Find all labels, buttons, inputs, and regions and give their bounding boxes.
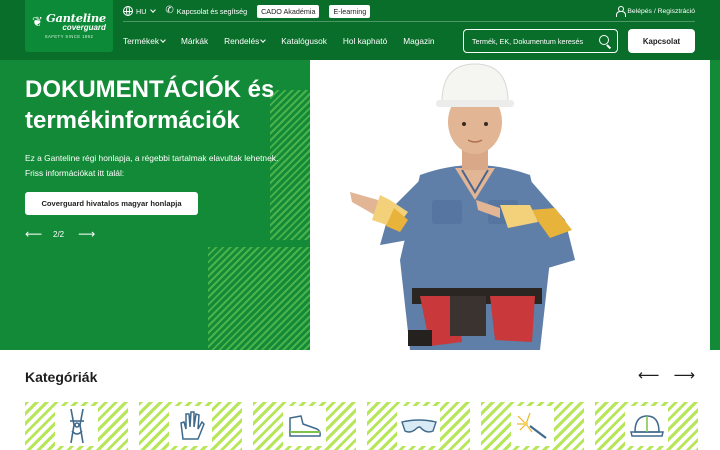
nav-item-markak[interactable]: Márkák xyxy=(181,36,208,46)
hero-image xyxy=(310,60,710,350)
welding-icon xyxy=(516,412,547,439)
arrow-right-icon[interactable]: ⟶ xyxy=(673,368,695,384)
chevron-down-icon xyxy=(150,7,157,13)
language-selector[interactable]: HU xyxy=(123,6,157,16)
nav-item-hol-kaphato[interactable]: Hol kapható xyxy=(343,36,387,46)
category-card-helmets[interactable] xyxy=(595,402,698,450)
category-card-shoes[interactable] xyxy=(253,402,356,450)
arrow-left-icon[interactable]: ⟵ xyxy=(25,228,42,240)
categories-carousel-nav: ⟵ ⟶ xyxy=(638,368,695,384)
harness-icon xyxy=(69,408,84,444)
nav-item-katalogusok[interactable]: Katalógusok xyxy=(281,36,327,46)
user-icon xyxy=(616,6,627,17)
hero-description-line: Friss információkat itt talál: xyxy=(25,168,125,178)
chevron-down-icon xyxy=(260,37,267,43)
nav-item-label: Rendelés xyxy=(224,36,260,46)
category-card-glasses[interactable] xyxy=(367,402,470,450)
nav-item-label: Katalógusok xyxy=(281,36,327,46)
language-label: HU xyxy=(136,6,147,16)
search-input[interactable] xyxy=(472,36,599,46)
safety-glasses-icon xyxy=(400,419,437,433)
worker-pointing-image xyxy=(350,63,575,350)
nav-item-label: Termékek xyxy=(123,36,159,46)
hero-banner: DOKUMENTÁCIÓK és termékinformációk Ez a … xyxy=(0,60,720,350)
arrow-right-icon[interactable]: ⟶ xyxy=(78,228,95,240)
search-icon[interactable] xyxy=(599,35,611,47)
nav-item-label: Hol kapható xyxy=(342,36,388,46)
logo-subname: coverguard xyxy=(62,22,106,32)
logo-mark: ❦ Ganteline coverguard xyxy=(32,12,106,32)
hero-edge-strip xyxy=(710,60,720,350)
hatch-pattern xyxy=(208,247,310,350)
phone-icon: ✆ xyxy=(165,5,174,16)
hero-description: Ez a Ganteline régi honlapja, a régebbi … xyxy=(25,151,310,181)
nav-item-magazin[interactable]: Magazin xyxy=(403,36,434,46)
cado-akademia-link[interactable]: CADO Akadémia xyxy=(257,4,320,18)
glove-icon xyxy=(179,411,205,440)
safety-shoe-icon xyxy=(288,415,321,437)
arrow-left-icon[interactable]: ⟵ xyxy=(638,368,660,384)
hero-title: DOKUMENTÁCIÓK és termékinformációk xyxy=(25,74,315,136)
site-header: ❦ Ganteline coverguard SAFETY SINCE 1892… xyxy=(0,0,720,60)
slider-pager: ⟵ 2/2 ⟶ xyxy=(25,228,95,240)
category-card-gloves[interactable] xyxy=(139,402,242,450)
hero-description-line: Ez a Ganteline régi honlapja, a régebbi … xyxy=(25,153,279,163)
category-card-welding[interactable] xyxy=(481,402,584,450)
search-box xyxy=(463,29,618,53)
category-card-harness[interactable] xyxy=(25,402,128,450)
category-cards xyxy=(25,402,698,450)
contact-help-link[interactable]: ✆ Kapcsolat és segítség xyxy=(165,6,247,16)
hero-title-line: termékinformációk xyxy=(25,107,240,134)
ganteline-logo[interactable]: ❦ Ganteline coverguard SAFETY SINCE 1892 xyxy=(25,0,113,52)
categories-title: Kategóriák xyxy=(25,369,98,385)
top-bar: HU ✆ Kapcsolat és segítség CADO Akadémia… xyxy=(123,4,371,18)
nav-item-termekek[interactable]: Termékek xyxy=(123,36,166,46)
logo-tagline: SAFETY SINCE 1892 xyxy=(44,34,94,40)
hard-hat-icon xyxy=(629,415,664,437)
bear-paw-icon: ❦ xyxy=(32,14,43,30)
contact-help-label: Kapcsolat és segítség xyxy=(176,6,248,16)
header-divider xyxy=(123,21,695,22)
login-register-label: Belépés / Regisztráció xyxy=(627,7,695,15)
globe-icon xyxy=(123,6,133,16)
nav-item-rendeles[interactable]: Rendelés xyxy=(224,36,267,46)
chevron-down-icon xyxy=(160,37,166,43)
hero-title-line: DOKUMENTÁCIÓK és xyxy=(25,76,275,103)
main-nav: Termékek Márkák Rendelés Katalógusok Hol… xyxy=(123,34,435,48)
login-register-link[interactable]: Belépés / Regisztráció xyxy=(616,4,695,18)
slide-counter: 2/2 xyxy=(53,229,65,239)
e-learning-link[interactable]: E-learning xyxy=(329,4,371,18)
coverguard-site-button[interactable]: Coverguard hivatalos magyar honlapja xyxy=(25,192,198,215)
nav-item-label: Magazin xyxy=(403,36,435,46)
nav-item-label: Márkák xyxy=(180,36,209,46)
kapcsolat-button[interactable]: Kapcsolat xyxy=(628,29,695,53)
